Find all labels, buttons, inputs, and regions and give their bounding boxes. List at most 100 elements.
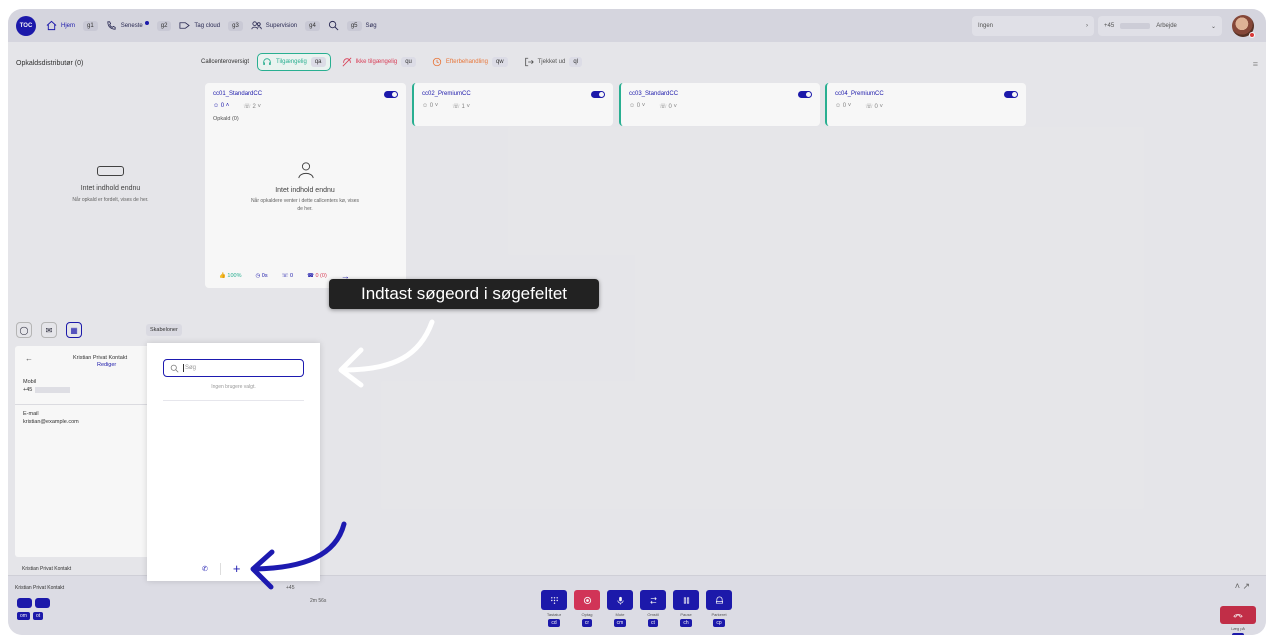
card-name: cc04_PremiumCC [835,91,884,97]
email-tab[interactable]: ✉ [41,322,57,338]
call-duration: 2m 56s [310,598,327,604]
add-button[interactable]: + [233,562,241,575]
left-empty-title: Intet indhold endnu [80,185,141,192]
phone-icon[interactable]: ✆ [202,565,208,573]
callcenter-card-cc03[interactable]: cc03_StandardCC ☺ 0 ˅ ☏ 0 ˅ [619,83,820,126]
keypad-button[interactable] [541,590,567,610]
empty-tray-icon [97,166,124,176]
filter-unavailable[interactable]: Ikke tilgængelig qu [337,53,421,71]
mute-button[interactable] [607,590,633,610]
no-users-text: Ingen brugere valgt. [211,384,256,390]
avatar[interactable] [1232,15,1255,38]
mobile-label: Mobil [23,379,37,385]
callcenter-card-cc01[interactable]: cc01_StandardCC ☺ 0 ˄ ☏ 2 ˅ Opkald (0) I… [205,83,406,288]
transfer-label: Omstil [647,612,659,617]
calls-count: ☏ 0 ˅ [659,104,677,110]
card-name: cc01_StandardCC [213,91,263,97]
phone-profile-select[interactable]: +45 Arbejde ⌄ [1098,16,1222,36]
control-pause: Pause ch [673,590,699,627]
mobile-redacted [35,387,70,393]
nav-supervision-key: g4 [305,20,320,31]
status-select[interactable]: Ingen › [972,16,1094,36]
callcenter-card-cc02[interactable]: cc02_PremiumCC ☺ 0 ˅ ☏ 1 ˅ [412,83,613,126]
email-value[interactable]: kristian@example.com [23,419,79,425]
chat-tab[interactable]: ◯ [16,322,32,338]
record-button[interactable] [574,590,600,610]
mail-action-button[interactable] [17,598,32,608]
templates-button[interactable]: Skabeloner [146,324,182,336]
left-action-keys: om ot [17,612,50,620]
queue-label: Opkald (0) [213,116,239,122]
hangup-button[interactable] [1220,606,1256,624]
status-select-value: Ingen [978,23,994,29]
calls-count-value: 1 [461,104,465,110]
back-arrow-icon[interactable]: ← [25,354,33,363]
collapse-panel-icon[interactable]: ≡ [1253,59,1258,69]
agents-count-value: 0 [842,103,847,109]
callcenter-toggle[interactable] [591,91,605,98]
filter-aftercall[interactable]: Efterbehandling qw [427,53,513,71]
callcenter-toggle[interactable] [384,91,398,98]
hangup-key: ce [1232,633,1244,635]
nav-tagcloud[interactable]: Tag cloud g3 [179,20,243,31]
chat-icon: ◯ [19,325,29,335]
nav-search-key: g5 [346,20,362,31]
phone-recent-icon [107,21,116,30]
tag-icon [179,22,191,29]
agents-count: ☺ 0 ˄ [213,103,230,109]
hangup-label: Læg på [1231,626,1245,631]
clock-icon [432,57,442,67]
agents-count-value: 0 [429,103,434,109]
nav-search[interactable]: g5 Søg [328,20,377,31]
transfer-icon [649,596,657,604]
pause-icon [683,596,689,604]
transfer-button[interactable] [640,590,666,610]
control-park: Parkeret cp [706,590,732,627]
park-key: cp [713,619,725,627]
calls-count-value: 0 [874,104,878,110]
calls-count: ☏ 2 ˅ [243,104,261,110]
call-controls: Tastatur cd Optag cr Mute cm Omstil ct P… [541,590,732,627]
edit-contact-link[interactable]: Rediger [97,362,116,368]
filter-available[interactable]: Tilgængelig qa [257,53,331,71]
wait-time: ◷ 0s [255,273,268,279]
left-empty-subtitle: Når opkald er fordelt, vises de her. [72,197,149,203]
transfer-key: ct [648,619,658,627]
nav-tagcloud-key: g3 [228,20,243,31]
filter-aftercall-key: qw [491,57,508,67]
user-icon [298,162,314,179]
calls-waiting: ☏ 0 [281,273,294,279]
callcenter-card-cc04[interactable]: cc04_PremiumCC ☺ 0 ˅ ☏ 0 ˅ [825,83,1026,126]
nav-home[interactable]: Hjem g1 [46,20,98,31]
park-button[interactable] [706,590,732,610]
user-search-input[interactable]: Søg [163,359,304,377]
filter-checked-out[interactable]: Tjekket ud ql [519,53,587,71]
agents-count-value: 0 [636,103,641,109]
agents-count: ☺ 0 ˅ [629,103,646,109]
filter-checked-out-key: ql [569,57,582,67]
filter-unavailable-key: qu [401,57,416,67]
filter-available-key: qa [310,57,326,67]
callcenter-toggle[interactable] [798,91,812,98]
callcenter-toggle[interactable] [1004,91,1018,98]
left-actions: om ot [17,598,50,620]
hangup-control: Læg på ce [1220,606,1256,635]
nav-search-label: Søg [365,22,377,29]
pause-button[interactable] [673,590,699,610]
text-cursor [183,364,184,372]
call-bar: Kristian Privat Kontakt +45 2m 56s om ot… [8,575,1266,635]
app-root: TOC Hjem g1 Seneste g2 Tag cloud g3 Supe… [0,0,1274,639]
user-search-popup: Søg Ingen brugere valgt. ✆ + [147,343,320,581]
call-distributor-title: Opkaldsdistributør (0) [16,60,84,67]
popup-divider [163,400,304,401]
card-stats: ☺ 0 ˅ ☏ 1 ˅ [422,103,470,110]
nav-home-label: Hjem [61,22,76,29]
nav-recent[interactable]: Seneste g2 [106,20,172,31]
nav-supervision[interactable]: Supervision g4 [251,20,320,31]
contact-card-tab[interactable]: ▦ [66,322,82,338]
calls-count-value: 0 [668,104,672,110]
record-icon [583,596,591,604]
chat-action-button[interactable] [35,598,50,608]
calls-count: ☏ 1 ˅ [452,104,470,110]
collapse-call-bar-icon[interactable]: ˄ ↗ [1235,581,1250,592]
